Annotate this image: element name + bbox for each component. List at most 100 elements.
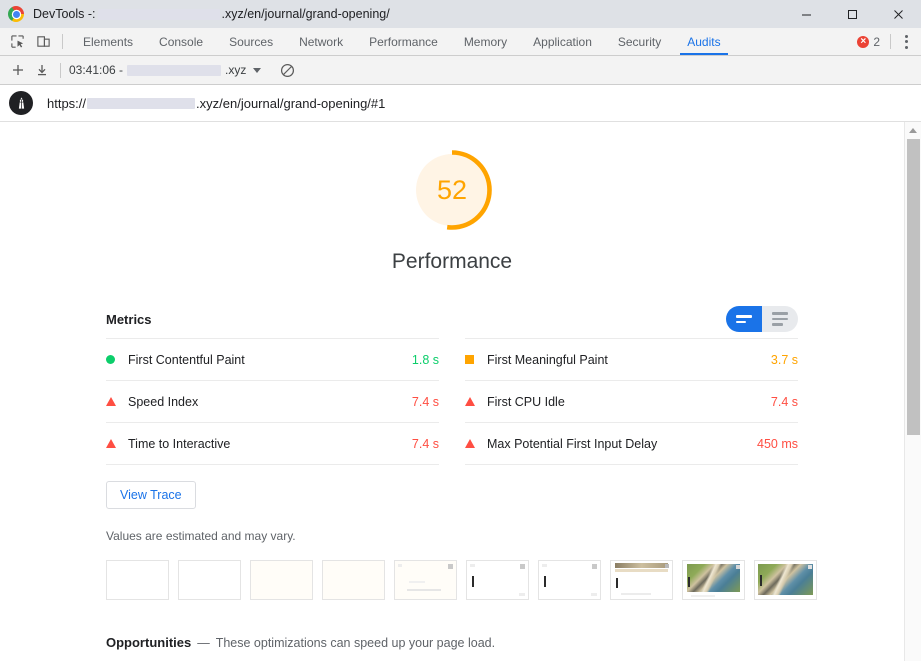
actionbar-divider (60, 63, 61, 78)
tab-label: Memory (464, 35, 507, 49)
panel-tabs: Elements Console Sources Network Perform… (70, 28, 734, 55)
status-pass-icon (106, 355, 128, 364)
minimize-button[interactable] (783, 0, 829, 28)
filmstrip-frame[interactable] (322, 560, 385, 600)
report-url: https:// .xyz/en/journal/grand-opening/#1 (47, 96, 385, 111)
redacted-host-block (87, 98, 195, 109)
error-icon: × (857, 36, 869, 48)
tab-network[interactable]: Network (286, 28, 356, 55)
metric-value: 1.8 s (412, 353, 439, 367)
url-scheme: https:// (47, 96, 86, 111)
tab-label: Performance (369, 35, 438, 49)
status-average-icon (465, 355, 487, 364)
chevron-down-icon (253, 68, 261, 73)
filmstrip-frame[interactable] (250, 560, 313, 600)
filmstrip (106, 560, 798, 600)
metric-row[interactable]: First Contentful Paint 1.8 s (106, 338, 439, 380)
filmstrip-frame[interactable] (394, 560, 457, 600)
filmstrip-frame[interactable] (754, 560, 817, 600)
tab-application[interactable]: Application (520, 28, 605, 55)
tab-audits[interactable]: Audits (674, 28, 733, 55)
opportunities-header: Opportunities — These optimizations can sp… (106, 634, 798, 652)
audits-action-bar: 03:41:06 - .xyz (0, 56, 921, 85)
window-titlebar: DevTools - :.xyz/en/journal/grand-openin… (0, 0, 921, 28)
tabstrip-right-controls: × 2 (851, 28, 921, 55)
filmstrip-frame[interactable] (466, 560, 529, 600)
device-toolbar-icon[interactable] (30, 28, 56, 55)
metric-name: Time to Interactive (128, 437, 412, 451)
three-line-glyph (772, 312, 788, 326)
metric-value: 3.7 s (771, 353, 798, 367)
filmstrip-frame[interactable] (538, 560, 601, 600)
metric-row[interactable]: First CPU Idle 7.4 s (465, 380, 798, 422)
performance-gauge: 52 (409, 147, 495, 233)
window-title-host-prefix: : (92, 7, 95, 21)
toolbar-divider (62, 34, 63, 49)
metrics-view-toggle[interactable] (726, 306, 798, 332)
tab-label: Elements (83, 35, 133, 49)
metric-row[interactable]: Max Potential First Input Delay 450 ms (465, 422, 798, 465)
opportunities-dash: — (197, 636, 210, 650)
tab-label: Console (159, 35, 203, 49)
metric-value: 7.4 s (771, 395, 798, 409)
devtools-window: DevTools - : .xyz/en/journal/grand-openin… (0, 0, 921, 661)
metric-name: Max Potential First Input Delay (487, 437, 757, 451)
lighthouse-icon (9, 91, 33, 115)
error-count-value: 2 (873, 35, 880, 49)
metrics-section: Metrics First Contentful (0, 306, 904, 661)
status-fail-icon (106, 397, 128, 406)
report-host-suffix: .xyz (225, 63, 246, 77)
opportunities-title: Opportunities (106, 635, 191, 650)
clear-all-icon[interactable] (275, 59, 299, 81)
kebab-menu-icon[interactable] (895, 31, 917, 53)
toolbar-divider (890, 34, 891, 49)
filmstrip-frame[interactable] (610, 560, 673, 600)
inspect-element-icon[interactable] (4, 28, 30, 55)
metrics-column-left: First Contentful Paint 1.8 s Speed Index… (106, 338, 439, 465)
tab-performance[interactable]: Performance (356, 28, 451, 55)
redacted-host-block (98, 9, 220, 20)
tab-console[interactable]: Console (146, 28, 216, 55)
tab-label: Audits (687, 35, 720, 49)
close-button[interactable] (875, 0, 921, 28)
tab-security[interactable]: Security (605, 28, 674, 55)
filmstrip-frame[interactable] (682, 560, 745, 600)
tab-sources[interactable]: Sources (216, 28, 286, 55)
tab-label: Security (618, 35, 661, 49)
window-title: DevTools - :.xyz/en/journal/grand-openin… (33, 7, 390, 21)
metrics-column-right: First Meaningful Paint 3.7 s First CPU I… (465, 338, 798, 465)
scrollbar-thumb[interactable] (907, 139, 920, 435)
filmstrip-frame[interactable] (178, 560, 241, 600)
window-controls (783, 0, 921, 28)
url-path: .xyz/en/journal/grand-opening/#1 (196, 96, 385, 111)
metrics-grid: First Contentful Paint 1.8 s Speed Index… (106, 338, 798, 465)
tab-label: Network (299, 35, 343, 49)
metric-row[interactable]: Time to Interactive 7.4 s (106, 422, 439, 465)
download-icon[interactable] (30, 59, 54, 81)
lighthouse-report: 52 Performance Metrics (0, 122, 904, 661)
metric-name: Speed Index (128, 395, 412, 409)
report-select[interactable]: 03:41:06 - .xyz (69, 63, 261, 77)
tab-elements[interactable]: Elements (70, 28, 146, 55)
filmstrip-frame[interactable] (106, 560, 169, 600)
window-title-prefix: DevTools - (33, 7, 92, 21)
vertical-scrollbar[interactable] (904, 122, 921, 661)
tab-memory[interactable]: Memory (451, 28, 520, 55)
metric-row[interactable]: Speed Index 7.4 s (106, 380, 439, 422)
devtools-tabstrip: Elements Console Sources Network Perform… (0, 28, 921, 56)
view-trace-button[interactable]: View Trace (106, 481, 196, 509)
status-fail-icon (465, 397, 487, 406)
error-count-badge[interactable]: × 2 (851, 35, 886, 49)
metrics-disclaimer: Values are estimated and may vary. (106, 529, 798, 543)
maximize-button[interactable] (829, 0, 875, 28)
collapse-view-icon[interactable] (726, 306, 762, 332)
opportunities-description: These optimizations can speed up your pa… (216, 636, 495, 650)
scroll-up-arrow-icon[interactable] (905, 122, 921, 139)
plus-icon[interactable] (6, 59, 30, 81)
metric-value: 7.4 s (412, 395, 439, 409)
metric-row[interactable]: First Meaningful Paint 3.7 s (465, 338, 798, 380)
expand-view-icon[interactable] (762, 306, 798, 332)
performance-score-value: 52 (409, 147, 495, 233)
metric-name: First CPU Idle (487, 395, 771, 409)
status-fail-icon (465, 439, 487, 448)
